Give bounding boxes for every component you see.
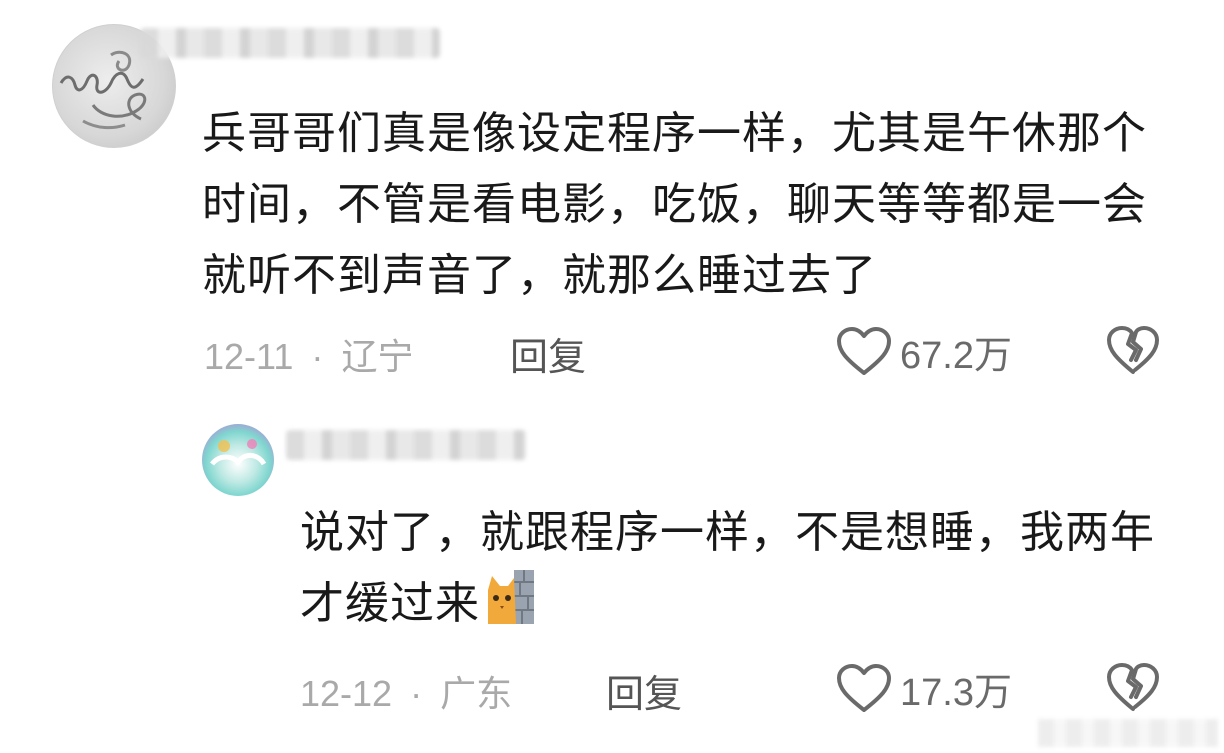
username-blurred[interactable] [140, 28, 440, 58]
reply-button[interactable]: 回复 [606, 663, 682, 718]
comment-text: 兵哥哥们真是像设定程序一样，尤其是午休那个时间，不管是看电影，吃饭，聊天等等都是… [202, 108, 1147, 301]
comment-date: 12-11 [204, 336, 294, 377]
blurred-watermark [1038, 719, 1218, 747]
reply-button[interactable]: 回复 [510, 326, 586, 381]
avatar[interactable] [202, 424, 274, 496]
heart-outline-icon [837, 326, 891, 375]
broken-heart-icon [1107, 663, 1159, 711]
comment-text-body: 说对了，就跟程序一样，不是想睡，我两年才缓过来 [300, 507, 1155, 629]
comment-location: 辽宁 [341, 336, 414, 377]
meta-separator: · [311, 336, 324, 377]
comment-text: 说对了，就跟程序一样，不是想睡，我两年才缓过来 [300, 497, 1170, 639]
cat-peeking-wall-emoji-icon [488, 570, 534, 624]
comment-date: 12-12 [300, 673, 393, 714]
broken-heart-icon [1107, 326, 1159, 374]
dislike-button[interactable] [1106, 663, 1160, 717]
like-count: 17.3万 [900, 672, 1012, 714]
colorful-avatar-icon [210, 439, 267, 466]
dislike-button[interactable] [1106, 326, 1160, 380]
username-blurred[interactable] [286, 430, 526, 460]
meta-separator: · [410, 673, 423, 714]
like-count: 67.2万 [900, 335, 1012, 377]
heart-outline-icon [837, 663, 891, 712]
like-button[interactable]: 67.2万 [836, 324, 1012, 379]
like-button[interactable]: 17.3万 [836, 661, 1012, 716]
comment-meta: 12-12 · 广东 [300, 665, 512, 717]
comment-meta: 12-11 · 辽宁 [204, 328, 413, 380]
comment-location: 广东 [440, 673, 513, 714]
